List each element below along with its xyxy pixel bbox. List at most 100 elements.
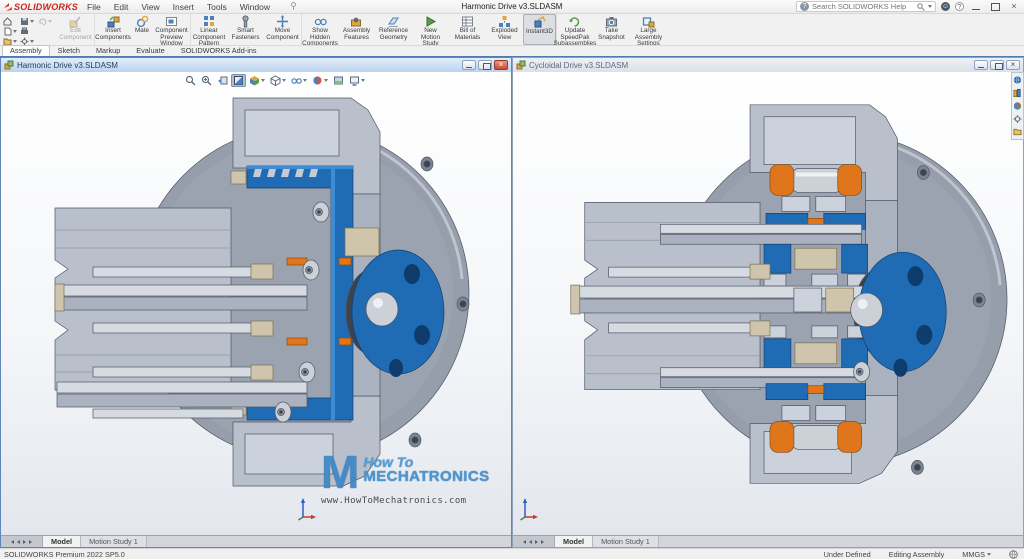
menu-file[interactable]: File	[86, 2, 102, 12]
search-dropdown-icon[interactable]	[928, 5, 932, 8]
window-harmonic-drive: Harmonic Drive v3.SLDASM ×	[0, 57, 512, 548]
app-close-button[interactable]: ×	[1007, 1, 1021, 12]
new-document-button[interactable]	[3, 26, 20, 36]
zoom-to-area-icon[interactable]	[199, 74, 214, 87]
child-close-button[interactable]: ×	[494, 60, 508, 70]
child-close-button[interactable]: ×	[1006, 60, 1020, 70]
undo-button[interactable]	[38, 16, 55, 26]
help-search-box[interactable]: ?	[796, 1, 936, 12]
ribbon-command-large-assembly-settings[interactable]: Large Assembly Settings	[630, 14, 667, 45]
app-restore-button[interactable]	[988, 1, 1002, 12]
ribbon-command-insert-components[interactable]: Insert Components	[94, 14, 131, 45]
ribbon-command-edit-component[interactable]: Edit Component	[57, 14, 94, 45]
user-profile-icon[interactable]: ☺	[941, 2, 950, 11]
app-minimize-button[interactable]	[969, 1, 983, 12]
design-library-icon[interactable]	[1013, 87, 1022, 99]
product-version-text: SOLIDWORKS Premium 2022 SP5.0	[4, 550, 125, 559]
menu-edit[interactable]: Edit	[113, 2, 130, 12]
ribbon-commands: Edit Component Insert Components Mate Co…	[57, 14, 667, 45]
ribbon-command-new-motion-study[interactable]: New Motion Study	[412, 14, 449, 45]
view-settings-icon[interactable]	[347, 74, 367, 87]
menu-window[interactable]: Window	[239, 2, 271, 12]
ribbon-command-smart-fasteners[interactable]: Smart Fasteners	[227, 14, 264, 45]
cycloidal-window-titlebar[interactable]: Cycloidal Drive v3.SLDASM ×	[513, 58, 1023, 72]
tab-markup[interactable]: Markup	[88, 45, 128, 56]
ribbon-command-linear-component-pattern[interactable]: Linear Component Pattern	[190, 14, 227, 45]
tab-solidworks-addins[interactable]: SOLIDWORKS Add-ins	[173, 45, 265, 56]
search-input[interactable]	[812, 2, 914, 11]
window-cycloidal-drive: Cycloidal Drive v3.SLDASM ×	[512, 57, 1024, 548]
ribbon: Edit Component Insert Components Mate Co…	[0, 14, 1024, 46]
child-restore-button[interactable]	[478, 60, 492, 70]
harmonic-viewport[interactable]: M How To MECHATRONICS www.HowToMechatron…	[1, 72, 511, 535]
motion-study-tab[interactable]: Motion Study 1	[81, 536, 147, 547]
tab-assembly[interactable]: Assembly	[2, 45, 50, 56]
cycloidal-drive-model[interactable]	[513, 72, 1019, 535]
app-titlebar: SOLIDWORKS Harmonic Drive v3.SLDASM File…	[0, 0, 1024, 14]
apply-scene-icon[interactable]	[331, 74, 346, 87]
ribbon-command-exploded-view[interactable]: Exploded View	[486, 14, 523, 45]
watermark: M How To MECHATRONICS www.HowToMechatron…	[321, 452, 481, 506]
search-icon[interactable]	[917, 3, 925, 11]
appearances-icon[interactable]	[1013, 100, 1022, 112]
child-minimize-button[interactable]	[974, 60, 988, 70]
orientation-triad	[297, 497, 317, 521]
child-minimize-button[interactable]	[462, 60, 476, 70]
ribbon-command-mate[interactable]: Mate	[131, 14, 153, 45]
view-orientation-icon[interactable]	[247, 74, 267, 87]
units-selector[interactable]: MMGS	[962, 550, 991, 559]
ribbon-command-update-speedpak[interactable]: Update SpeedPak Subassemblies	[556, 14, 593, 45]
hide-show-items-icon[interactable]	[289, 74, 309, 87]
watermark-line2: MECHATRONICS	[363, 469, 489, 485]
status-globe-icon[interactable]	[1009, 550, 1018, 559]
edit-appearance-icon[interactable]	[310, 74, 330, 87]
previous-view-icon[interactable]	[215, 74, 230, 87]
ribbon-tab-strip: Assembly Sketch Markup Evaluate SOLIDWOR…	[0, 46, 1024, 56]
harmonic-window-title: Harmonic Drive v3.SLDASM	[17, 61, 118, 70]
ribbon-command-assembly-features[interactable]: Assembly Features	[338, 14, 375, 45]
save-button[interactable]	[20, 16, 37, 26]
doc-tab-nav-arrows[interactable]	[1, 536, 43, 547]
harmonic-window-titlebar[interactable]: Harmonic Drive v3.SLDASM ×	[1, 58, 511, 72]
menu-insert[interactable]: Insert	[172, 2, 195, 12]
assembly-document-icon	[516, 60, 526, 70]
model-tab[interactable]: Model	[43, 536, 81, 547]
doc-tab-nav-arrows[interactable]	[513, 536, 555, 547]
tab-evaluate[interactable]: Evaluate	[128, 45, 172, 56]
ribbon-command-take-snapshot[interactable]: Take Snapshot	[593, 14, 630, 45]
model-tab[interactable]: Model	[555, 536, 593, 547]
ribbon-command-bill-of-materials[interactable]: Bill of Materials	[449, 14, 486, 45]
menu-view[interactable]: View	[140, 2, 160, 12]
ribbon-command-component-preview-window[interactable]: Component Preview Window	[153, 14, 190, 45]
watermark-line1: How To	[363, 455, 489, 469]
editing-mode-status: Editing Assembly	[889, 550, 945, 559]
print-button[interactable]	[20, 26, 37, 36]
mdi-workspace: Harmonic Drive v3.SLDASM ×	[0, 56, 1024, 548]
motion-study-tab[interactable]: Motion Study 1	[593, 536, 659, 547]
cycloidal-viewport[interactable]	[513, 72, 1023, 535]
home-button[interactable]	[3, 16, 20, 26]
menu-tools[interactable]: Tools	[206, 2, 228, 12]
cycloidal-window-title: Cycloidal Drive v3.SLDASM	[529, 61, 628, 70]
ribbon-command-instant3d[interactable]: Instant3D	[523, 14, 556, 45]
task-pane-strip	[1011, 72, 1024, 140]
child-restore-button[interactable]	[990, 60, 1004, 70]
watermark-monogram: M	[321, 452, 359, 492]
tab-sketch[interactable]: Sketch	[50, 45, 88, 56]
orientation-triad	[519, 497, 539, 521]
file-explorer-icon[interactable]	[1013, 126, 1022, 138]
ribbon-command-move-component[interactable]: Move Component	[264, 14, 301, 45]
assembly-document-icon	[4, 60, 14, 70]
section-view-icon[interactable]	[231, 74, 246, 87]
help-icon[interactable]: ?	[955, 2, 964, 11]
pin-menu-icon[interactable]	[290, 2, 297, 12]
menu-bar: File Edit View Insert Tools Window	[86, 2, 297, 12]
ribbon-command-reference-geometry[interactable]: Reference Geometry	[375, 14, 412, 45]
definition-status: Under Defined	[824, 550, 871, 559]
zoom-to-fit-icon[interactable]	[183, 74, 198, 87]
ribbon-command-show-hidden-components[interactable]: Show Hidden Components	[301, 14, 338, 45]
resources-home-icon[interactable]	[1013, 74, 1022, 86]
display-style-icon[interactable]	[268, 74, 288, 87]
custom-properties-icon[interactable]	[1013, 113, 1022, 125]
harmonic-doc-tabbar: Model Motion Study 1	[1, 535, 511, 547]
